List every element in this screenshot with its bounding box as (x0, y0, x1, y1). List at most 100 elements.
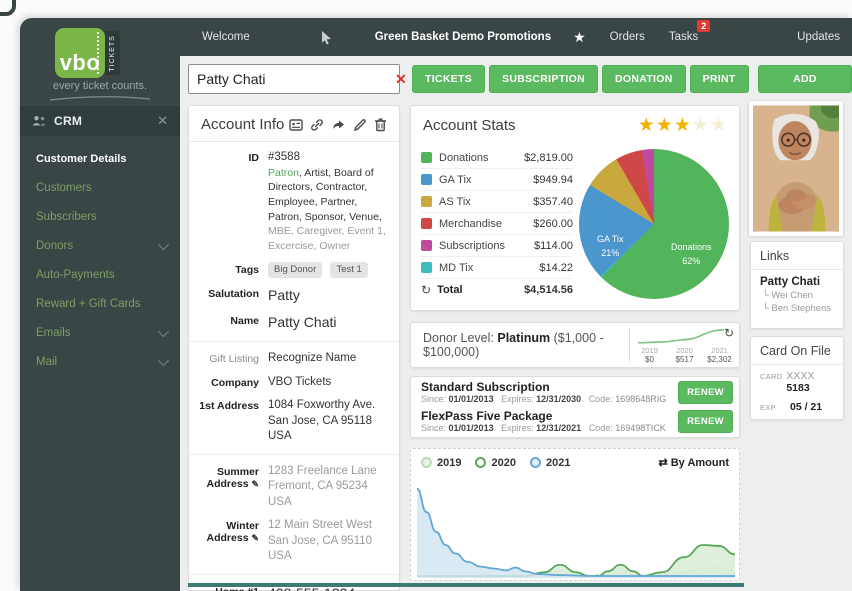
account-roles: Patron, Artist, Board of Directors, Cont… (268, 166, 389, 254)
legend-swatch (421, 262, 432, 273)
star-icon[interactable]: ★ (692, 116, 709, 135)
star-rating[interactable]: ★★★★★ (638, 116, 727, 135)
refresh-icon[interactable]: ↻ (421, 283, 431, 297)
app-window: vbo TICKETS every ticket counts. CRM ✕ (20, 18, 852, 591)
legend-row[interactable]: GA Tix$949.94 (421, 169, 573, 191)
legend-row[interactable]: Subscriptions$114.00 (421, 235, 573, 257)
subscription-button[interactable]: SUBSCRIPTION (489, 65, 598, 93)
print-button[interactable]: PRINT (690, 65, 749, 93)
share-forward-icon[interactable] (331, 118, 346, 132)
pie-chart (579, 149, 729, 299)
tag-badge[interactable]: Big Donor (268, 262, 322, 279)
account-info-title: Account Info (201, 116, 284, 133)
pie-label-donations: Donations62% (671, 241, 712, 268)
chevron-down-icon (158, 325, 169, 336)
logo-tickets-tab: TICKETS (105, 31, 120, 75)
sidebar: vbo TICKETS every ticket counts. CRM ✕ (20, 18, 180, 591)
ticket-perforation (97, 32, 99, 74)
card-exp-row: EXP 05 / 21 (751, 396, 843, 415)
link-child[interactable]: └ Ben Stephens (760, 303, 834, 314)
main-content: ✕ TICKETS SUBSCRIPTION DONATION PRINT AD… (180, 56, 852, 591)
edit-pencil-icon[interactable]: ✎ (251, 479, 259, 489)
refresh-icon[interactable]: ↻ (724, 326, 734, 340)
legend-2019[interactable]: 2019 (421, 457, 461, 469)
legend-2020[interactable]: 2020 (475, 457, 515, 469)
chart-legend: 2019 2020 2021 ⇄ By Amount (411, 449, 739, 471)
sidebar-item-auto-payments[interactable]: Auto-Payments (20, 260, 180, 289)
sidebar-item-subscribers[interactable]: Subscribers (20, 202, 180, 231)
add-button[interactable]: ADD (758, 65, 852, 93)
legend-row[interactable]: MD Tix$14.22 (421, 257, 573, 279)
swap-icon: ⇄ (658, 457, 667, 469)
activity-chart-panel: 2019 2020 2021 ⇄ By Amount (410, 448, 740, 581)
link-child[interactable]: └ Wei Chen (760, 290, 834, 301)
sidebar-item-customers[interactable]: Customers (20, 173, 180, 202)
star-icon[interactable]: ★ (674, 116, 691, 135)
search-input[interactable] (189, 71, 386, 87)
favorite-star-icon[interactable]: ★ (573, 29, 586, 46)
star-icon[interactable]: ★ (638, 116, 655, 135)
sidebar-item-donors[interactable]: Donors (20, 231, 180, 260)
chevron-down-icon (158, 238, 169, 249)
delete-trash-icon[interactable] (374, 118, 387, 132)
star-icon[interactable]: ★ (710, 116, 727, 135)
tickets-button[interactable]: TICKETS (412, 65, 485, 93)
star-icon[interactable]: ★ (656, 116, 673, 135)
tagline-underline (48, 96, 152, 102)
link-primary[interactable]: Patty Chati (760, 276, 834, 288)
topbar-orders[interactable]: Orders (610, 31, 645, 43)
welcome-label: Welcome (202, 31, 250, 43)
legend-2021[interactable]: 2021 (530, 457, 570, 469)
account-stats-card: Account Stats ★★★★★ Donations$2,819.00 G… (410, 105, 740, 311)
legend-dot (421, 457, 432, 468)
action-buttons: TICKETS SUBSCRIPTION DONATION PRINT (412, 65, 749, 93)
field-id: ID #3588 Patron, Artist, Board of Direct… (189, 146, 399, 258)
legend-row[interactable]: AS Tix$357.40 (421, 191, 573, 213)
link-icon[interactable] (310, 118, 324, 132)
sidebar-item-customer-details[interactable]: Customer Details (20, 144, 180, 173)
org-name[interactable]: Green Basket Demo Promotions (375, 31, 551, 43)
account-id: #3588 (268, 150, 389, 166)
donor-sparkline (638, 328, 724, 344)
links-card: Links Patty Chati └ Wei Chen └ Ben Steph… (750, 241, 844, 329)
window-corner-decoration (0, 0, 16, 16)
sidebar-item-emails[interactable]: Emails (20, 318, 180, 347)
sidebar-item-mail[interactable]: Mail (20, 347, 180, 376)
edit-pencil-icon[interactable]: ✎ (251, 533, 259, 543)
legend-row[interactable]: Merchandise$260.00 (421, 213, 573, 235)
sidebar-section-crm[interactable]: CRM ✕ (20, 106, 180, 136)
legend-dot (530, 457, 541, 468)
contact-card-icon[interactable] (289, 118, 303, 132)
field-name: Name Patty Chati (189, 309, 399, 336)
legend-row[interactable]: Donations$2,819.00 (421, 147, 573, 169)
donation-button[interactable]: DONATION (602, 65, 686, 93)
edit-pencil-icon[interactable] (353, 118, 367, 132)
stats-legend: Donations$2,819.00 GA Tix$949.94 AS Tix$… (421, 147, 573, 301)
field-salutation: Salutation Patty (189, 282, 399, 309)
field-company: Company VBO Tickets (189, 371, 399, 395)
field-summer-address: Summer Address ✎ 1283 Freelance Lane Fre… (189, 460, 399, 515)
donor-level-value: Platinum (497, 331, 550, 345)
legend-dot (475, 457, 486, 468)
legend-swatch (421, 152, 432, 163)
stats-pie-chart: GA Tix21% Donations62% (579, 149, 731, 301)
pie-label-ga-tix: GA Tix21% (597, 233, 624, 260)
brand-tagline: every ticket counts. (20, 80, 180, 92)
chevron-down-icon (158, 354, 169, 365)
logo-tab-text: TICKETS (109, 35, 116, 72)
sidebar-item-reward-gift-cards[interactable]: Reward + Gift Cards (20, 289, 180, 318)
renew-button[interactable]: RENEW (678, 410, 733, 433)
topbar: Welcome Green Basket Demo Promotions ★ O… (180, 18, 852, 56)
customer-photo (753, 105, 839, 232)
area-chart (417, 482, 735, 578)
field-gift-listing: Gift Listing Recognize Name (189, 347, 399, 371)
tag-badge[interactable]: Test 1 (330, 262, 367, 279)
topbar-tasks[interactable]: Tasks 2 (669, 31, 698, 43)
legend-swatch (421, 196, 432, 207)
by-amount-toggle[interactable]: ⇄ By Amount (658, 456, 729, 469)
topbar-updates[interactable]: Updates (797, 31, 840, 43)
links-title: Links (751, 242, 843, 270)
crm-close-icon[interactable]: ✕ (157, 113, 168, 129)
renew-button[interactable]: RENEW (678, 381, 733, 404)
bottom-divider (188, 583, 744, 587)
